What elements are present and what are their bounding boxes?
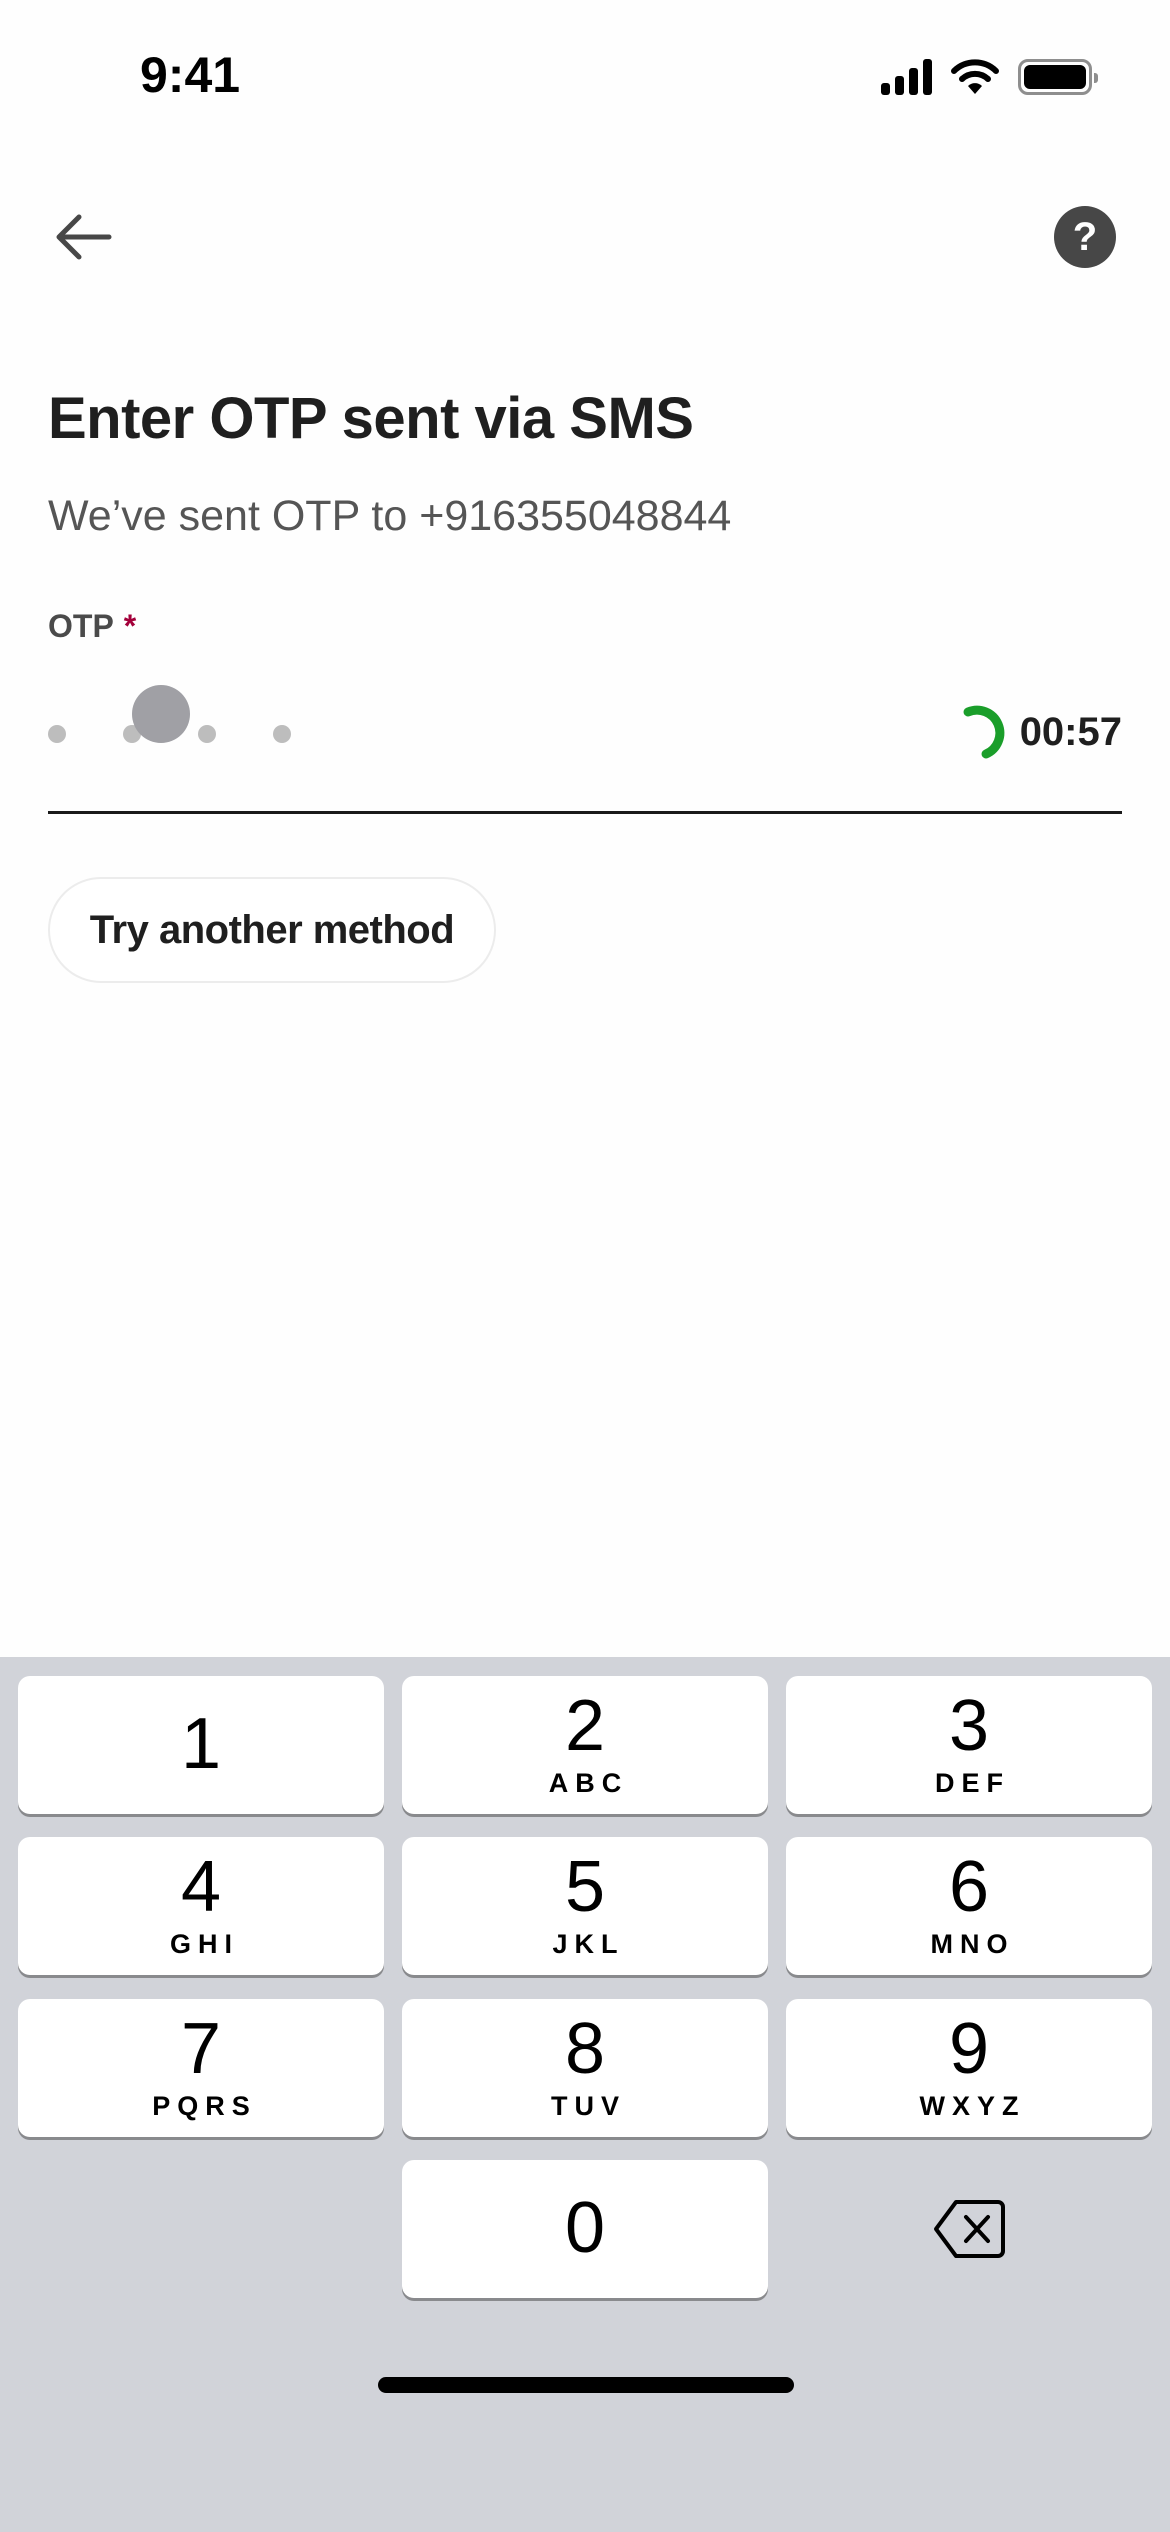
status-time: 9:41 (140, 47, 241, 103)
help-button[interactable]: ? (1054, 206, 1116, 268)
key-letters: MNO (930, 1929, 1015, 1959)
key-1[interactable]: 1 (18, 1676, 384, 1814)
key-digit: 4 (180, 1847, 222, 1927)
key-6[interactable]: 6 MNO (786, 1837, 1152, 1975)
required-marker: * (123, 608, 137, 644)
key-letters: TUV (551, 2091, 626, 2121)
otp-input[interactable]: 00:57 (48, 680, 1122, 780)
key-digit: 6 (948, 1847, 990, 1927)
key-digit: 9 (948, 2009, 990, 2089)
page-title: Enter OTP sent via SMS (48, 386, 694, 451)
key-9[interactable]: 9 WXYZ (786, 1999, 1152, 2137)
key-letters: JKL (552, 1929, 625, 1959)
arrow-left-icon (56, 214, 112, 260)
timer-text: 00:57 (1019, 709, 1122, 754)
key-digit: 1 (180, 1704, 222, 1784)
otp-digit-placeholder (48, 725, 66, 743)
otp-underline (48, 811, 1122, 814)
otp-label-text: OTP (48, 608, 114, 644)
status-icons (881, 58, 1098, 96)
resend-timer: 00:57 (956, 702, 1122, 762)
otp-digit-placeholder (273, 725, 291, 743)
timer-progress-icon (963, 705, 1005, 759)
wifi-icon (951, 59, 999, 94)
key-0[interactable]: 0 (402, 2160, 768, 2298)
otp-cursor-indicator (132, 685, 190, 743)
key-letters: ABC (548, 1768, 629, 1798)
key-letters: DEF (935, 1768, 1010, 1798)
key-2[interactable]: 2 ABC (402, 1676, 768, 1814)
battery-icon (1018, 59, 1098, 95)
key-digit: 8 (564, 2009, 606, 2089)
key-4[interactable]: 4 GHI (18, 1837, 384, 1975)
backspace-icon (934, 2200, 1005, 2258)
key-letters: GHI (169, 1929, 239, 1959)
key-digit: 5 (564, 1847, 606, 1927)
key-digit: 3 (948, 1686, 990, 1766)
key-digit: 7 (180, 2009, 222, 2089)
page-subtitle: We’ve sent OTP to +916355048844 (48, 492, 732, 540)
numeric-keyboard: 1 2 ABC 3 DEF 4 GHI 5 JKL 6 MNO 7 PQRS 8… (0, 1657, 1170, 2532)
key-letters: WXYZ (919, 2091, 1026, 2121)
status-bar: 9:41 (0, 0, 1170, 150)
key-7[interactable]: 7 PQRS (18, 1999, 384, 2137)
key-digit: 2 (564, 1686, 606, 1766)
key-8[interactable]: 8 TUV (402, 1999, 768, 2137)
home-indicator[interactable] (378, 2377, 794, 2393)
back-button[interactable] (50, 208, 116, 266)
key-digit: 0 (564, 2188, 606, 2268)
cellular-signal-icon (881, 59, 932, 95)
otp-label: OTP * (48, 608, 136, 645)
otp-digit-placeholder (198, 725, 216, 743)
key-5[interactable]: 5 JKL (402, 1837, 768, 1975)
key-letters: PQRS (152, 2091, 257, 2121)
try-another-method-button[interactable]: Try another method (48, 877, 496, 983)
delete-key[interactable] (786, 2160, 1152, 2298)
question-mark-icon: ? (1072, 214, 1098, 259)
key-3[interactable]: 3 DEF (786, 1676, 1152, 1814)
